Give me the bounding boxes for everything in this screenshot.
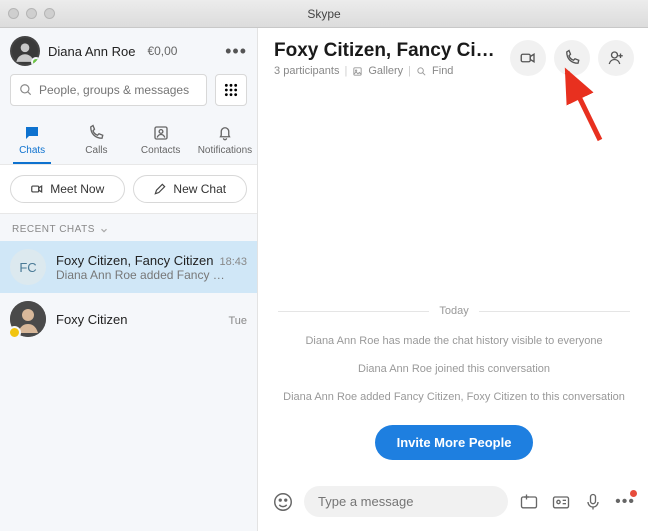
phone-icon bbox=[87, 124, 105, 142]
video-call-button[interactable] bbox=[510, 40, 546, 76]
chat-icon bbox=[23, 124, 41, 142]
microphone-icon bbox=[583, 492, 603, 512]
composer: ••• bbox=[258, 478, 648, 531]
participants-link[interactable]: 3 participants bbox=[274, 65, 339, 77]
recent-chats-header[interactable]: RECENT CHATS bbox=[0, 214, 257, 241]
dialpad-icon bbox=[224, 83, 238, 97]
meet-now-button[interactable]: Meet Now bbox=[10, 175, 125, 203]
chat-preview: Diana Ann Roe added Fancy … bbox=[56, 268, 247, 282]
invite-more-button[interactable]: Invite More People bbox=[375, 425, 534, 460]
chat-title: Foxy Citizen, Fancy Citizen bbox=[56, 253, 214, 268]
chevron-down-icon bbox=[99, 225, 109, 235]
status-online-icon bbox=[31, 57, 40, 66]
chat-list: FC Foxy Citizen, Fancy Citizen 18:43 Dia… bbox=[0, 241, 257, 531]
system-message: Diana Ann Roe joined this conversation bbox=[278, 363, 630, 375]
add-files-button[interactable] bbox=[518, 491, 540, 513]
more-icon[interactable]: ••• bbox=[225, 41, 247, 62]
message-input[interactable] bbox=[304, 486, 508, 517]
gallery-link[interactable]: Gallery bbox=[368, 65, 403, 77]
profile-name: Diana Ann Roe bbox=[48, 44, 135, 59]
chat-avatar-image bbox=[10, 301, 46, 337]
message-field[interactable] bbox=[318, 494, 494, 509]
gallery-icon bbox=[352, 66, 363, 77]
compose-icon bbox=[153, 182, 167, 196]
video-icon bbox=[519, 49, 537, 67]
notification-dot-icon bbox=[630, 490, 637, 497]
more-options-button[interactable]: ••• bbox=[614, 491, 636, 513]
profile-row[interactable]: Diana Ann Roe €0,00 ••• bbox=[0, 28, 257, 74]
nav-tabs: Chats Calls Contacts Notifications bbox=[0, 114, 257, 164]
minimize-dot[interactable] bbox=[26, 8, 37, 19]
system-message: Diana Ann Roe has made the chat history … bbox=[278, 335, 630, 347]
sidebar: Diana Ann Roe €0,00 ••• Chats Calls bbox=[0, 28, 258, 531]
profile-balance: €0,00 bbox=[147, 44, 177, 58]
contact-card-icon bbox=[551, 492, 571, 512]
new-chat-button[interactable]: New Chat bbox=[133, 175, 248, 203]
tab-notifications[interactable]: Notifications bbox=[193, 120, 257, 164]
contacts-icon bbox=[152, 124, 170, 142]
card-plus-icon bbox=[519, 492, 539, 512]
emoji-icon bbox=[272, 491, 294, 513]
add-person-icon bbox=[607, 49, 625, 67]
chat-header: Foxy Citizen, Fancy Ci… 3 participants |… bbox=[258, 28, 648, 87]
status-away-icon bbox=[8, 326, 21, 339]
chat-item-foxy[interactable]: Foxy Citizen Tue bbox=[0, 293, 257, 345]
close-dot[interactable] bbox=[8, 8, 19, 19]
search-input[interactable] bbox=[10, 74, 207, 106]
video-icon bbox=[30, 182, 44, 196]
system-message: Diana Ann Roe added Fancy Citizen, Foxy … bbox=[278, 391, 630, 403]
conversation-pane: Foxy Citizen, Fancy Ci… 3 participants |… bbox=[258, 28, 648, 531]
zoom-dot[interactable] bbox=[44, 8, 55, 19]
avatar bbox=[10, 36, 40, 66]
emoji-button[interactable] bbox=[272, 491, 294, 513]
search-icon bbox=[19, 83, 33, 97]
add-people-button[interactable] bbox=[598, 40, 634, 76]
chat-title: Foxy Citizen bbox=[56, 312, 128, 327]
voice-message-button[interactable] bbox=[582, 491, 604, 513]
chat-time: 18:43 bbox=[220, 256, 248, 268]
search-field[interactable] bbox=[39, 83, 198, 97]
messages-area: Today Diana Ann Roe has made the chat hi… bbox=[258, 87, 648, 478]
bell-icon bbox=[216, 124, 234, 142]
tab-contacts[interactable]: Contacts bbox=[129, 120, 193, 164]
chat-item-group[interactable]: FC Foxy Citizen, Fancy Citizen 18:43 Dia… bbox=[0, 241, 257, 293]
phone-icon bbox=[563, 49, 581, 67]
window-title: Skype bbox=[307, 7, 340, 21]
contact-card-button[interactable] bbox=[550, 491, 572, 513]
chat-avatar-initials: FC bbox=[10, 249, 46, 285]
traffic-lights bbox=[8, 8, 55, 19]
find-icon bbox=[416, 66, 427, 77]
day-divider: Today bbox=[278, 305, 630, 317]
dialpad-button[interactable] bbox=[215, 74, 247, 106]
conversation-title[interactable]: Foxy Citizen, Fancy Ci… bbox=[274, 40, 502, 62]
tab-calls[interactable]: Calls bbox=[64, 120, 128, 164]
find-link[interactable]: Find bbox=[432, 65, 453, 77]
audio-call-button[interactable] bbox=[554, 40, 590, 76]
tab-chats[interactable]: Chats bbox=[0, 120, 64, 164]
chat-time: Tue bbox=[228, 315, 247, 327]
titlebar: Skype bbox=[0, 0, 648, 28]
